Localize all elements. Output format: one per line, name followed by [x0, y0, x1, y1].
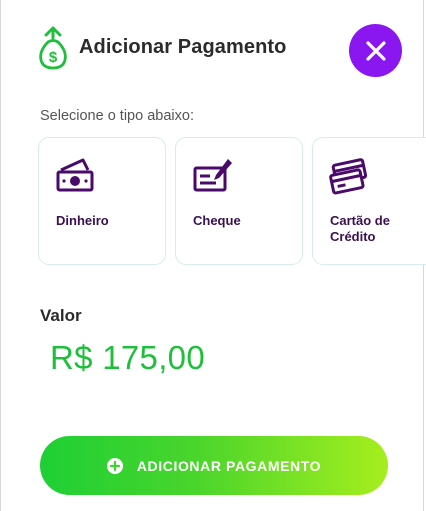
check-icon [193, 159, 232, 192]
add-payment-button[interactable]: ADICIONAR PAGAMENTO [40, 436, 388, 495]
payment-type-list: Dinheiro Cheque Cartão de Crédito [38, 137, 426, 268]
payment-type-label: Cheque [193, 213, 241, 228]
payment-type-check[interactable]: Cheque [175, 137, 303, 265]
payment-type-cash[interactable]: Dinheiro [38, 137, 166, 265]
amount-value[interactable]: R$ 175,00 [50, 339, 205, 377]
payment-type-instruction: Selecione o tipo abaixo: [40, 108, 194, 124]
plus-circle-icon [106, 457, 123, 474]
payment-type-label: Cartão de Crédito [330, 213, 390, 244]
payment-type-credit-card[interactable]: Cartão de Crédito [312, 137, 426, 265]
close-button[interactable] [349, 24, 402, 77]
add-payment-button-label: ADICIONAR PAGAMENTO [136, 457, 322, 474]
page-title: Adicionar Pagamento [79, 36, 287, 58]
amount-label: Valor [40, 306, 82, 325]
dialog-header: $ Adicionar Pagamento [1, 22, 425, 77]
payment-dialog: $ Adicionar Pagamento Selecione o tipo a… [0, 0, 426, 511]
cash-icon [56, 158, 94, 192]
svg-text:$: $ [49, 49, 58, 66]
close-icon [365, 40, 386, 61]
money-bag-icon: $ [39, 26, 67, 70]
payment-type-label: Dinheiro [56, 213, 109, 228]
credit-card-icon [329, 158, 368, 195]
